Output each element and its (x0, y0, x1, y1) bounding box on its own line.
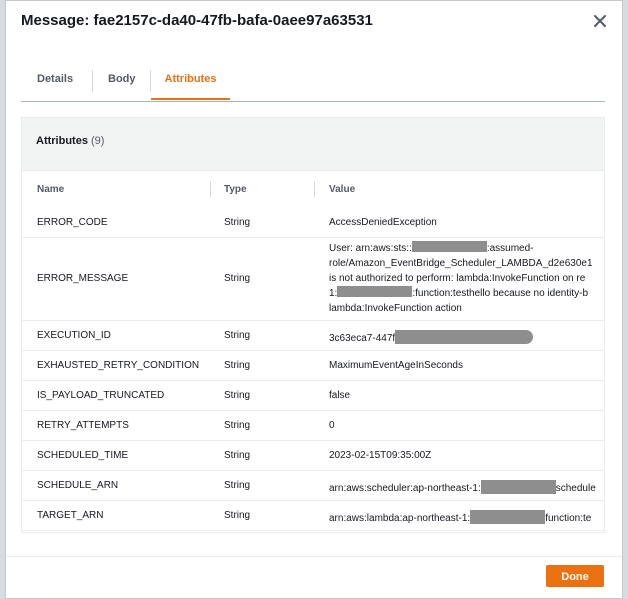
column-header-name[interactable]: Name (37, 184, 64, 195)
attribute-type: String (224, 330, 251, 341)
attribute-value: AccessDeniedException (329, 217, 437, 228)
attribute-name: ERROR_CODE (37, 217, 108, 228)
value-line: is not authorized to perform: lambda:Inv… (329, 273, 586, 284)
panel-title-text: Attributes (36, 135, 88, 147)
value-text: schedule (555, 483, 596, 494)
column-header-value[interactable]: Value (329, 184, 355, 195)
value-text: 1: (329, 288, 338, 299)
attribute-name: IS_PAYLOAD_TRUNCATED (37, 390, 165, 401)
attribute-name: SCHEDULED_TIME (37, 450, 129, 461)
tab-body[interactable]: Body (108, 63, 136, 100)
redacted-block (337, 286, 413, 297)
redacted-block (411, 241, 487, 252)
attribute-type: String (224, 360, 251, 371)
attribute-name: RETRY_ATTEMPTS (37, 420, 129, 431)
tab-bar: Details Body Attributes (21, 63, 605, 102)
redacted-block (480, 480, 556, 494)
attribute-type: String (224, 390, 251, 401)
table-row: IS_PAYLOAD_TRUNCATED String false (22, 381, 604, 411)
column-header-type[interactable]: Type (224, 184, 247, 195)
column-divider[interactable] (314, 181, 315, 197)
value-line: User: arn:aws:sts:::assumed- (329, 241, 593, 256)
value-text: 3c63eca7-447f (329, 333, 396, 344)
tab-attributes[interactable]: Attributes (151, 63, 230, 100)
table-row: ERROR_CODE String AccessDeniedException (22, 208, 604, 238)
table-row: TARGET_ARN String arn:aws:lambda:ap-nort… (22, 501, 604, 531)
value-text: :function:testhello because no identity-… (412, 288, 589, 299)
value-text: arn:aws:scheduler:ap-northeast-1: (329, 483, 481, 494)
attribute-type: String (224, 450, 251, 461)
attribute-type: String (224, 480, 251, 491)
done-button[interactable]: Done (546, 565, 604, 587)
close-button[interactable] (592, 13, 608, 29)
table-row: RETRY_ATTEMPTS String 0 (22, 411, 604, 441)
attribute-name: TARGET_ARN (37, 510, 104, 521)
attribute-value: User: arn:aws:sts:::assumed- role/Amazon… (329, 241, 593, 316)
table-header: Name Type Value (22, 171, 604, 209)
attribute-value: false (329, 390, 351, 401)
value-line: 1: :function:testhello because no identit… (329, 286, 593, 301)
value-text: arn:aws:lambda:ap-northeast-1: (329, 513, 471, 524)
attribute-type: String (224, 273, 251, 284)
attributes-panel: Attributes (9) Name Type Value ERROR_COD… (21, 117, 605, 533)
redacted-block (395, 330, 534, 344)
close-icon (594, 15, 606, 27)
modal-footer: Done (6, 556, 622, 598)
panel-title: Attributes (9) (36, 135, 104, 147)
value-text: function:te (545, 513, 592, 524)
table-row: EXHAUSTED_RETRY_CONDITION String Maximum… (22, 351, 604, 381)
table-row: SCHEDULED_TIME String 2023-02-15T09:35:0… (22, 441, 604, 471)
attribute-type: String (224, 510, 251, 521)
attribute-name: EXECUTION_ID (37, 330, 111, 341)
value-line: lambda:InvokeFunction action (329, 303, 462, 314)
attribute-name: ERROR_MESSAGE (37, 273, 129, 284)
attribute-type: String (224, 420, 251, 431)
modal-header: Message: fae2157c-da40-47fb-bafa-0aee97a… (6, 1, 622, 43)
attribute-value: 2023-02-15T09:35:00Z (329, 450, 432, 461)
attribute-value: 0 (329, 420, 335, 431)
tab-details[interactable]: Details (37, 63, 73, 100)
redacted-block (470, 510, 546, 524)
attribute-value: 3c63eca7-447f (329, 330, 534, 344)
value-line: role/Amazon_EventBridge_Scheduler_LAMBDA… (329, 258, 593, 269)
table-row: SCHEDULE_ARN String arn:aws:scheduler:ap… (22, 471, 604, 501)
column-divider[interactable] (210, 181, 211, 197)
attribute-type: String (224, 217, 251, 228)
panel-header: Attributes (9) (22, 118, 604, 171)
attribute-value: arn:aws:scheduler:ap-northeast-1: schedul… (329, 480, 596, 494)
attribute-name: SCHEDULE_ARN (37, 480, 119, 491)
table-row: EXECUTION_ID String 3c63eca7-447f (22, 321, 604, 351)
message-modal: Message: fae2157c-da40-47fb-bafa-0aee97a… (5, 0, 623, 599)
table-row: ERROR_MESSAGE String User: arn:aws:sts::… (22, 238, 604, 321)
value-text: User: arn:aws:sts:: (329, 243, 412, 254)
attribute-count: (9) (91, 135, 105, 147)
tab-divider (92, 70, 93, 92)
value-text: :assumed- (486, 243, 534, 254)
attribute-name: EXHAUSTED_RETRY_CONDITION (37, 360, 200, 371)
modal-title: Message: fae2157c-da40-47fb-bafa-0aee97a… (21, 12, 373, 29)
attribute-value: arn:aws:lambda:ap-northeast-1: function:t… (329, 510, 591, 524)
attribute-value: MaximumEventAgeInSeconds (329, 360, 463, 371)
attributes-table: Name Type Value ERROR_CODE String Access… (22, 171, 604, 532)
